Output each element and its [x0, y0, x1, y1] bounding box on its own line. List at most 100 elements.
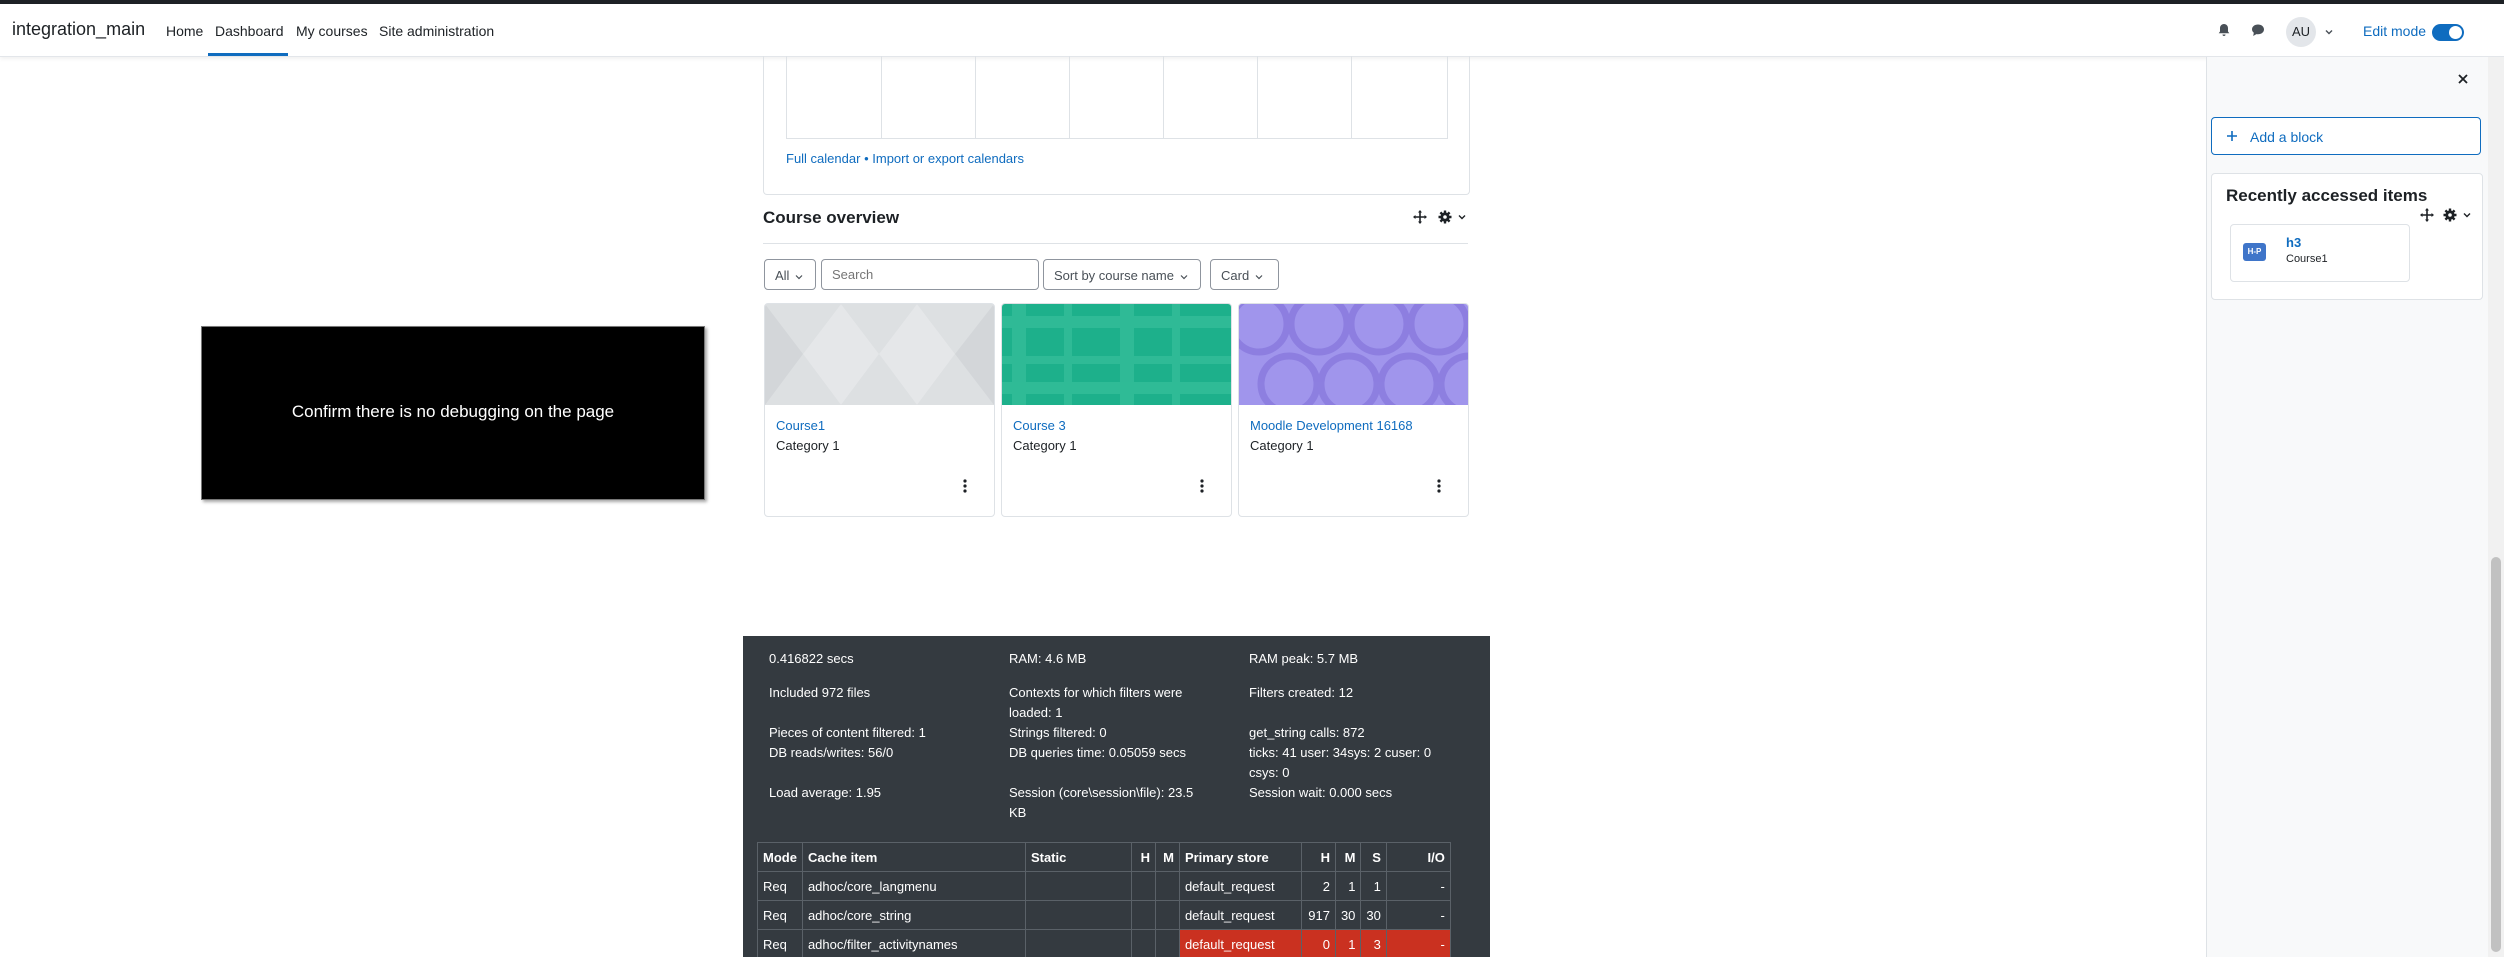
site-brand[interactable]: integration_main [12, 19, 145, 40]
course-card[interactable]: Course 3 Category 1 [1001, 303, 1232, 517]
table-cell: - [1385, 900, 1451, 930]
table-cell: 30 [1334, 900, 1362, 930]
nav-site-administration[interactable]: Site administration [379, 23, 494, 39]
edit-mode-toggle[interactable] [2432, 24, 2464, 41]
course-category: Category 1 [776, 438, 840, 453]
move-icon[interactable] [1412, 209, 1428, 225]
nav-home[interactable]: Home [166, 23, 203, 39]
table-cell [1130, 871, 1156, 901]
full-calendar-link[interactable]: Full calendar [786, 151, 860, 166]
user-avatar[interactable]: AU [2286, 17, 2316, 47]
nav-my-courses[interactable]: My courses [296, 23, 368, 39]
chevron-down-icon[interactable] [2462, 207, 2472, 223]
perf-value: Strings filtered: 0 [1009, 725, 1107, 740]
perf-value: RAM peak: 5.7 MB [1249, 651, 1359, 666]
course-category: Category 1 [1250, 438, 1314, 453]
calendar-links: Full calendar • Import or export calenda… [786, 151, 1024, 166]
page-scrollbar[interactable] [2488, 57, 2504, 957]
navbar: integration_main Home Dashboard My cours… [0, 4, 2504, 57]
kebab-menu-icon[interactable] [1194, 476, 1210, 496]
table-cell: 1 [1334, 871, 1362, 901]
table-cell [1154, 929, 1180, 957]
toggle-knob [2449, 26, 2462, 39]
kebab-menu-icon[interactable] [957, 476, 973, 496]
table-cell: 1 [1360, 871, 1387, 901]
calendar-column-divider [1069, 56, 1070, 138]
recent-item-link[interactable]: h3 [2286, 235, 2301, 250]
cache-usage-table: Mode Cache item Static H M Primary store… [757, 842, 1451, 957]
view-label: Card [1221, 268, 1250, 283]
course-name-link[interactable]: Course 3 [1013, 418, 1066, 433]
add-block-button[interactable]: Add a block [2211, 117, 2481, 155]
course-name-link[interactable]: Course1 [776, 418, 825, 433]
course-search-input[interactable] [821, 259, 1039, 290]
bell-icon[interactable] [2216, 22, 2232, 38]
course-name-link[interactable]: Moodle Development 16168 [1250, 418, 1413, 433]
import-export-calendars-link[interactable]: Import or export calendars [872, 151, 1024, 166]
kebab-menu-icon[interactable] [1431, 476, 1447, 496]
sort-dropdown[interactable]: Sort by course name [1043, 259, 1201, 290]
perf-value: 0.416822 secs [769, 651, 854, 666]
gear-icon[interactable] [2442, 207, 2458, 223]
column-header: S [1360, 842, 1387, 872]
recently-accessed-items-block: Recently accessed items H-P h3 Course1 [2211, 173, 2483, 300]
table-cell: Req [757, 871, 803, 901]
nav-dashboard[interactable]: Dashboard [215, 23, 284, 39]
table-row: Req adhoc/filter_activitynames default_r… [757, 929, 1451, 957]
block-title: Recently accessed items [2226, 186, 2428, 205]
perf-value: Included 972 files [769, 685, 871, 700]
course-image[interactable] [1239, 304, 1468, 405]
overlay-message: Confirm there is no debugging on the pag… [291, 402, 615, 421]
course-image[interactable] [1002, 304, 1231, 405]
table-cell-warning: 0 [1300, 929, 1336, 957]
view-dropdown[interactable]: Card [1210, 259, 1279, 290]
chevron-down-icon [1255, 274, 1263, 279]
course-image[interactable] [765, 304, 994, 405]
recent-item-card[interactable]: H-P h3 Course1 [2230, 224, 2410, 282]
perf-value: get_string calls: 872 [1249, 725, 1365, 740]
scrollbar-thumb[interactable] [2491, 557, 2501, 952]
column-header: M [1334, 842, 1362, 872]
table-cell: 2 [1300, 871, 1336, 901]
table-cell [1154, 900, 1180, 930]
perf-value: RAM: 4.6 MB [1009, 651, 1087, 666]
divider [763, 243, 1468, 244]
chevron-down-icon[interactable] [1457, 209, 1467, 225]
table-cell [1130, 929, 1156, 957]
recent-item-course: Course1 [2286, 253, 2328, 265]
course-overview-title: Course overview [763, 208, 900, 227]
table-row: Req adhoc/core_string default_request 91… [757, 900, 1451, 930]
table-cell: default_request [1178, 900, 1302, 930]
column-header: H [1300, 842, 1336, 872]
grouping-filter-dropdown[interactable]: All [764, 259, 816, 290]
perf-value: Contexts for which filters were loaded: … [1009, 685, 1183, 720]
table-cell: adhoc/core_langmenu [801, 871, 1026, 901]
course-card[interactable]: Moodle Development 16168 Category 1 [1238, 303, 1469, 517]
table-cell: adhoc/core_string [801, 900, 1026, 930]
perf-value: Session (core\session\file): 23.5 KB [1009, 785, 1194, 820]
course-category: Category 1 [1013, 438, 1077, 453]
perf-value: DB queries time: 0.05059 secs [1009, 745, 1187, 760]
move-icon[interactable] [2419, 207, 2435, 223]
table-cell [1024, 929, 1132, 957]
table-cell [1024, 871, 1132, 901]
column-header: H [1130, 842, 1156, 872]
perf-value: DB reads/writes: 56/0 [769, 745, 894, 760]
chevron-down-icon[interactable] [2324, 24, 2334, 35]
table-cell: - [1385, 871, 1451, 901]
table-cell [1024, 900, 1132, 930]
column-header: Primary store [1178, 842, 1302, 872]
edit-mode-label[interactable]: Edit mode [2363, 23, 2426, 39]
table-header-row: Mode Cache item Static H M Primary store… [757, 842, 1451, 872]
calendar-block: Full calendar • Import or export calenda… [763, 56, 1470, 195]
gear-icon[interactable] [1437, 209, 1453, 225]
close-icon[interactable] [2456, 72, 2470, 86]
sort-label: Sort by course name [1054, 268, 1174, 283]
table-cell [1130, 900, 1156, 930]
chat-bubble-icon[interactable] [2250, 22, 2266, 38]
calendar-column-divider [975, 56, 976, 138]
course-card[interactable]: Course1 Category 1 [764, 303, 995, 517]
link-separator: • [864, 151, 869, 166]
table-cell [1154, 871, 1180, 901]
column-header: I/O [1385, 842, 1451, 872]
